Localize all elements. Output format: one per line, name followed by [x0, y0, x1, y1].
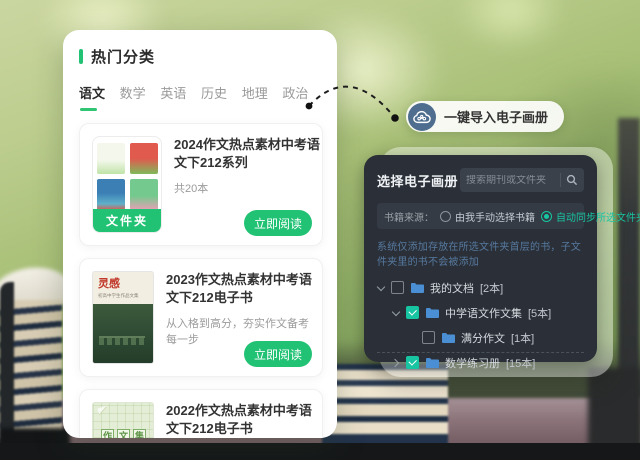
tab-politics[interactable]: 政治	[282, 83, 323, 111]
tab-math[interactable]: 数学	[120, 83, 161, 111]
checkbox-checked[interactable]	[406, 306, 419, 319]
tab-english[interactable]: 英语	[160, 83, 201, 111]
cloud-sync-icon	[408, 103, 436, 131]
book-card-2022[interactable]: 作 文 集 2022作文热点素材中考语文下212电子书 从入格到高分，夯实作文备…	[79, 389, 323, 438]
tree-row-math-workbooks[interactable]: 数学练习册 [15本]	[377, 350, 584, 375]
book-cover-thumbnail: 灵感 初高中学生作品文集	[92, 271, 154, 364]
search-box[interactable]	[460, 168, 584, 192]
radio-auto-sync[interactable]: 自动同步所选文件夹内的书	[541, 209, 640, 224]
folder-icon	[425, 357, 439, 368]
import-ebook-button[interactable]: 一键导入电子画册	[406, 101, 564, 132]
folder-cover-thumbnail: 文件夹	[92, 136, 162, 233]
chevron-down-icon[interactable]	[392, 309, 400, 317]
book-title: 2023作文热点素材中考语文下212电子书	[166, 271, 318, 307]
radio-off-icon	[440, 211, 451, 222]
book-cover-thumbnail: 作 文 集	[92, 402, 154, 438]
chevron-right-icon[interactable]	[392, 359, 400, 367]
page-title: 热门分类	[91, 46, 155, 67]
cover-char: 作	[101, 429, 114, 438]
radio-on-icon	[541, 211, 552, 222]
radio-manual-select[interactable]: 由我手动选择书籍	[440, 209, 535, 224]
paper-plane-icon	[97, 406, 108, 415]
book-count: 共20本	[174, 180, 326, 196]
folder-icon	[425, 307, 439, 318]
book-card-2023[interactable]: 灵感 初高中学生作品文集 2023作文热点素材中考语文下212电子书 从入格到高…	[79, 258, 323, 377]
dashed-divider	[377, 352, 584, 353]
checkbox-unchecked[interactable]	[422, 331, 435, 344]
mini-cover	[130, 179, 158, 210]
search-input[interactable]	[466, 175, 555, 186]
folder-badge: 文件夹	[93, 209, 161, 232]
source-label: 书籍来源：	[384, 209, 434, 224]
chevron-down-icon[interactable]	[377, 284, 385, 292]
folder-tree: 我的文档 [2本] 中学语文作文集 [5本] 满分作文 [1本]	[377, 275, 584, 375]
tree-row-perfect-essays[interactable]: 满分作文 [1本]	[377, 325, 584, 350]
dialog-note: 系统仅添加存放在所选文件夹首层的书，子文件夹里的书不会被添加	[377, 238, 584, 268]
dialog-title: 选择电子画册	[377, 171, 458, 190]
mini-cover	[130, 143, 158, 174]
tree-row-chinese-essays[interactable]: 中学语文作文集 [5本]	[377, 300, 584, 325]
import-button-label: 一键导入电子画册	[444, 107, 548, 126]
mini-cover	[97, 179, 125, 210]
cover-subtitle-text: 初高中学生作品文集	[98, 293, 149, 299]
cover-char: 集	[133, 429, 146, 438]
cover-title-text: 灵感	[98, 275, 149, 291]
checkbox-unchecked[interactable]	[391, 281, 404, 294]
category-tabs: 语文 数学 英语 历史 地理 政治	[79, 83, 323, 111]
read-now-button[interactable]: 立即阅读	[244, 341, 312, 367]
book-source-strip: 书籍来源： 由我手动选择书籍 自动同步所选文件夹内的书	[377, 203, 584, 229]
mini-cover	[97, 143, 125, 174]
book-title: 2024作文热点素材中考语文下212系列	[174, 136, 326, 172]
cover-char: 文	[117, 429, 130, 438]
book-card-2024[interactable]: 文件夹 2024作文热点素材中考语文下212系列 共20本 立即阅读	[79, 123, 323, 246]
read-now-button[interactable]: 立即阅读	[244, 210, 312, 236]
search-icon[interactable]	[566, 174, 578, 186]
tab-geography[interactable]: 地理	[242, 83, 283, 111]
book-title: 2022作文热点素材中考语文下212电子书	[166, 402, 318, 438]
checkbox-checked[interactable]	[406, 356, 419, 369]
tab-history[interactable]: 历史	[201, 83, 242, 111]
panel-header: 热门分类	[79, 46, 323, 67]
select-ealbum-dialog: 选择电子画册 书籍来源： 由我手动选择书籍 自动同步所选文件夹内的书 系统仅添加…	[364, 155, 597, 362]
folder-icon	[410, 282, 424, 293]
divider	[560, 173, 561, 187]
tree-row-my-documents[interactable]: 我的文档 [2本]	[377, 275, 584, 300]
tab-chinese[interactable]: 语文	[79, 83, 120, 111]
folder-icon	[441, 332, 455, 343]
accent-bar	[79, 49, 83, 64]
hot-categories-panel: 热门分类 语文 数学 英语 历史 地理 政治 文件夹 2024作文热点素材中考语…	[63, 30, 337, 438]
